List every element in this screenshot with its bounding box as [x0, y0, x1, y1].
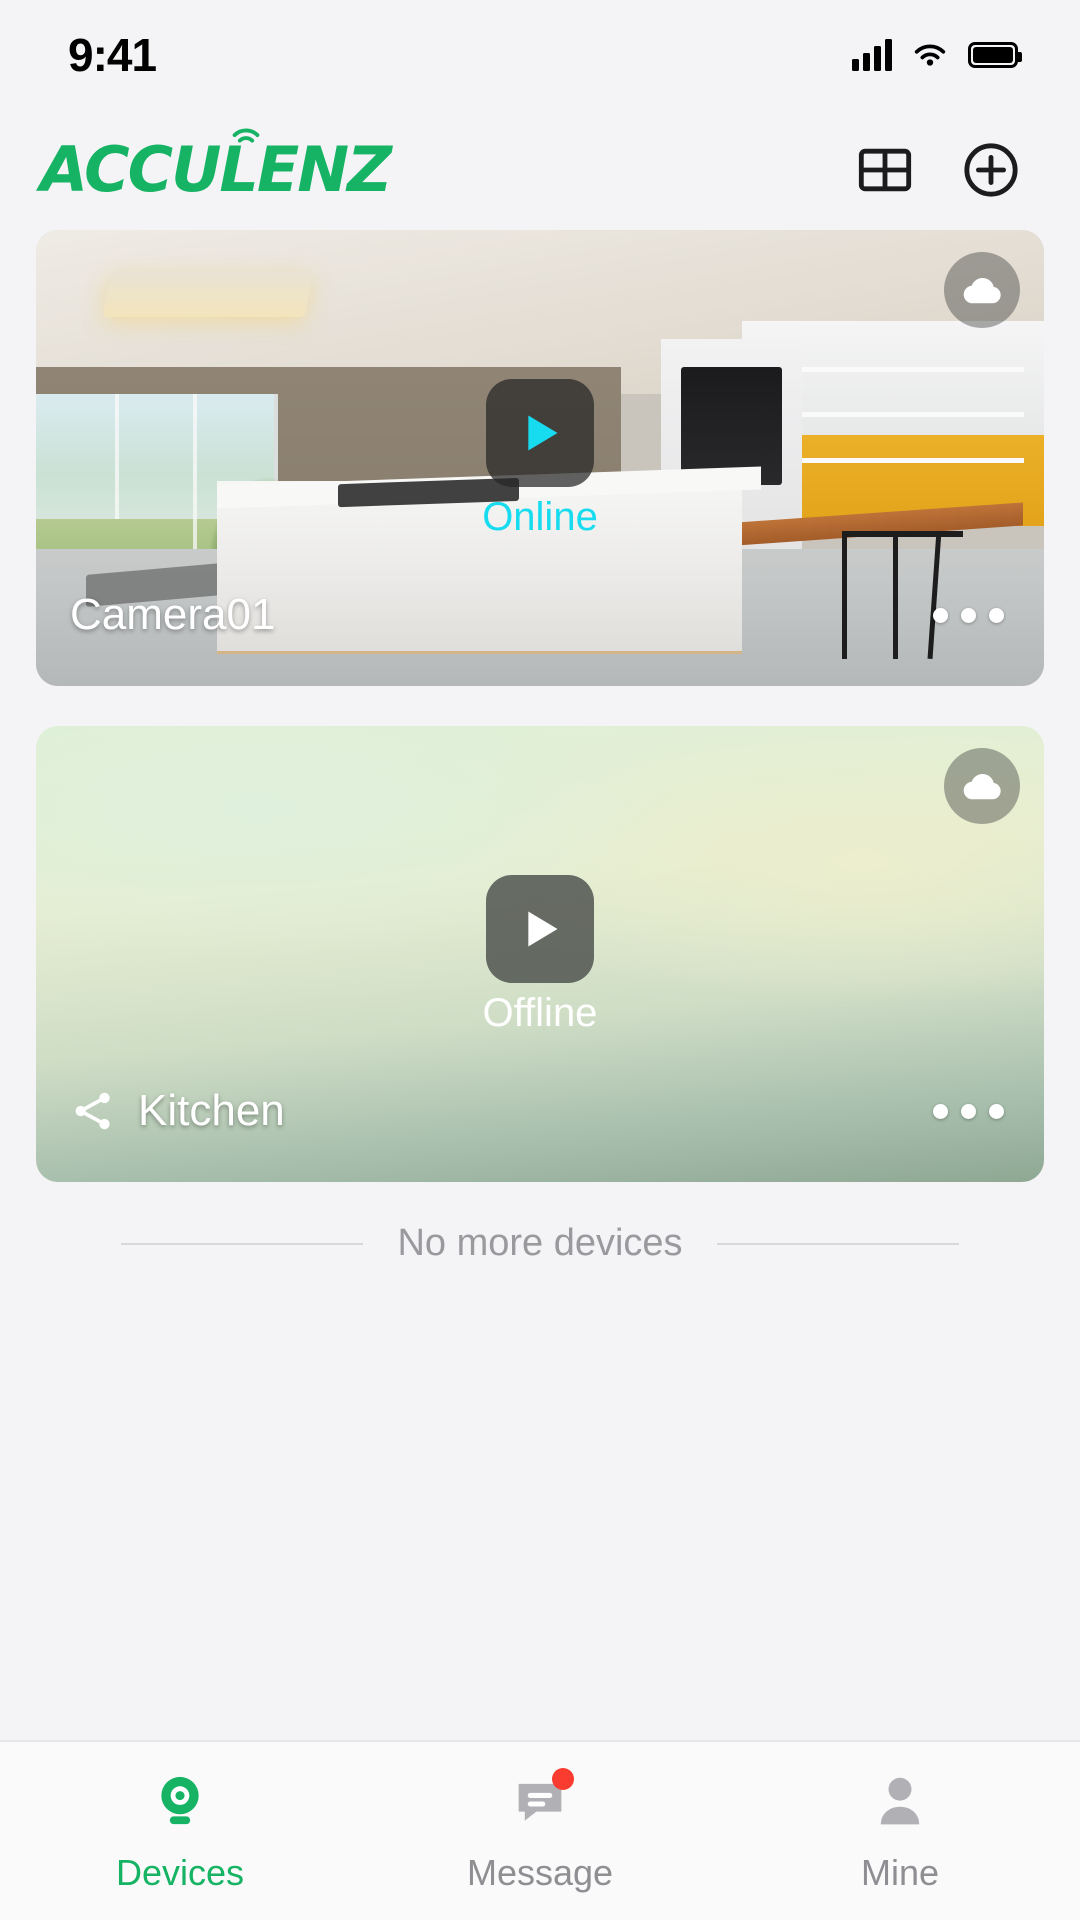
play-icon[interactable]	[486, 875, 594, 983]
message-icon	[504, 1766, 576, 1838]
device-card-kitchen[interactable]: Offline Kitchen	[36, 726, 1044, 1182]
bottom-tab-bar: Devices Message Mine	[0, 1740, 1080, 1920]
header-actions	[854, 139, 1022, 201]
more-options-icon[interactable]	[927, 592, 1010, 639]
camera-preview-controls: Online	[36, 379, 1044, 537]
divider-left	[121, 1242, 364, 1245]
add-device-icon[interactable]	[960, 139, 1022, 201]
status-bar: 9:41	[0, 0, 1080, 110]
divider-right	[716, 1242, 959, 1245]
message-badge	[552, 1768, 574, 1790]
device-card-footer: Camera01	[36, 566, 1044, 686]
device-title-group: Kitchen	[70, 1086, 285, 1136]
status-badge: Online	[482, 495, 598, 539]
tab-devices[interactable]: Devices	[0, 1766, 360, 1894]
tab-label-mine: Mine	[860, 1852, 940, 1893]
device-card-camera01[interactable]: Online Camera01	[36, 230, 1044, 686]
cloud-icon[interactable]	[944, 252, 1020, 328]
wifi-icon	[914, 44, 946, 66]
battery-full-icon	[968, 42, 1022, 68]
app-logo: ACCULENZ	[40, 128, 392, 206]
status-bar-icons	[852, 39, 1022, 71]
app-header: ACCULENZ	[0, 110, 1080, 230]
tab-label-devices: Devices	[115, 1852, 245, 1893]
cloud-icon[interactable]	[944, 748, 1020, 824]
more-options-icon[interactable]	[927, 1088, 1010, 1135]
device-list: Online Camera01 Offline Kitchen No more …	[0, 230, 1080, 1265]
device-name: Camera01	[70, 590, 276, 639]
device-card-footer: Kitchen	[36, 1062, 1044, 1182]
grid-view-icon[interactable]	[854, 139, 916, 201]
play-icon[interactable]	[486, 379, 594, 487]
status-badge: Offline	[482, 991, 598, 1035]
person-icon	[864, 1766, 936, 1838]
offline-preview-controls: Offline	[36, 875, 1044, 1033]
device-title-group: Camera01	[70, 590, 275, 640]
tab-message[interactable]: Message	[360, 1766, 720, 1894]
list-end-text: No more devices	[397, 1222, 683, 1264]
tab-label-message: Message	[466, 1852, 614, 1893]
share-icon	[75, 1092, 110, 1130]
list-end-divider: No more devices	[36, 1222, 1044, 1265]
camera-icon	[144, 1766, 216, 1838]
status-bar-time: 9:41	[68, 29, 157, 81]
app-logo-text: ACCULENZ	[40, 133, 392, 206]
cellular-signal-icon	[852, 39, 892, 71]
device-name: Kitchen	[138, 1086, 285, 1135]
tab-mine[interactable]: Mine	[720, 1766, 1080, 1894]
logo-wifi-icon	[232, 128, 260, 143]
